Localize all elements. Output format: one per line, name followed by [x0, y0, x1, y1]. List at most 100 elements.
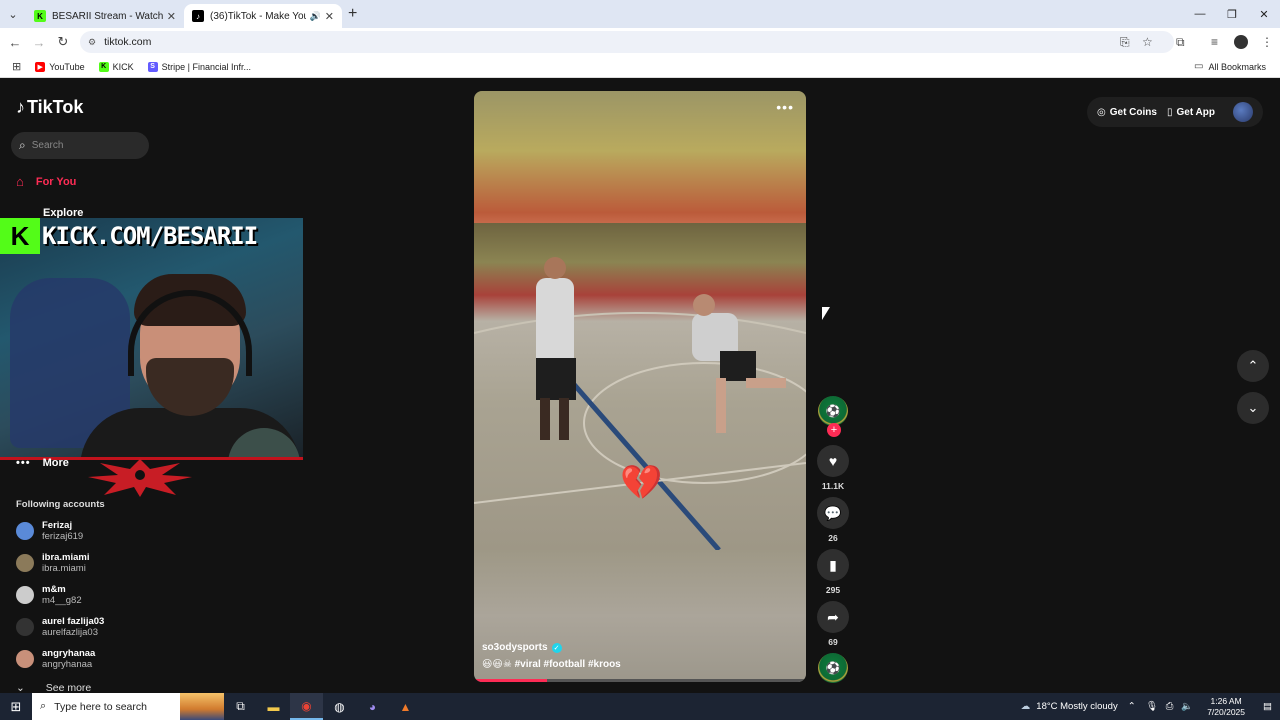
account-name: m&m: [42, 584, 66, 595]
bookmark-star-icon[interactable]: ☆: [1142, 28, 1153, 56]
account-name: angryhanaa: [42, 648, 96, 659]
get-coins-button[interactable]: ◎ Get Coins: [1097, 107, 1157, 118]
all-bookmarks-button[interactable]: ▭ All Bookmarks: [1194, 61, 1266, 72]
kick-favicon-icon: K: [34, 10, 46, 22]
nav-for-you[interactable]: ⌂ For You: [16, 174, 76, 189]
bookmark-label: Stripe | Financial Infr...: [161, 61, 251, 72]
sound-disc-icon[interactable]: ⚽: [818, 653, 848, 683]
avatar: [16, 650, 34, 668]
get-coins-label: Get Coins: [1109, 106, 1157, 118]
search-icon: ⌕: [40, 700, 47, 712]
follow-plus-icon[interactable]: +: [827, 423, 841, 437]
app-a-icon[interactable]: ▲: [389, 693, 422, 720]
avatar: [16, 522, 34, 540]
volume-icon[interactable]: 🔈: [1181, 701, 1193, 712]
bookmark-youtube[interactable]: ▶ YouTube: [35, 61, 85, 72]
tab-tiktok[interactable]: ♪ (36)TikTok - Make Your Day 🔊 ✕: [184, 4, 342, 28]
kick-logo-icon: K: [0, 218, 40, 254]
account-handle: aurelfazlija03: [42, 627, 98, 638]
previous-video-chevron-up-icon[interactable]: ⌃: [1237, 350, 1269, 382]
nav-more[interactable]: ••• More: [16, 457, 69, 469]
kick-banner: K KICK.COM/BESARII: [0, 218, 303, 254]
microphone-icon[interactable]: 🎙: [1146, 701, 1158, 712]
author-username: so3odysports: [482, 642, 548, 653]
video-blur-top: [474, 91, 806, 223]
window-controls: — ❐ ✕: [1184, 0, 1280, 28]
share-arrow-icon[interactable]: ➦: [817, 601, 849, 633]
close-tab-icon[interactable]: ✕: [325, 10, 334, 23]
mouse-cursor-icon: [822, 307, 830, 320]
discord-icon[interactable]: ◕: [356, 693, 389, 720]
video-more-dots-icon[interactable]: •••: [776, 99, 794, 115]
task-view-icon[interactable]: ⧉: [224, 693, 257, 720]
notifications-icon[interactable]: ▤: [1263, 701, 1272, 712]
clock-time: 1:26 AM: [1210, 695, 1242, 706]
video-author[interactable]: so3odysports ✓: [482, 642, 562, 653]
network-icon[interactable]: ⎙: [1166, 701, 1174, 712]
bookmark-label: YouTube: [49, 61, 85, 72]
top-right-actions: ◎ Get Coins ▯ Get App: [1087, 97, 1263, 127]
video-progress-bar[interactable]: [474, 679, 806, 682]
windows-start-icon[interactable]: ⊞: [0, 693, 32, 720]
next-video-chevron-down-icon[interactable]: ⌄: [1237, 392, 1269, 424]
profile-avatar-icon[interactable]: [1234, 28, 1248, 56]
verified-badge-icon: ✓: [551, 642, 562, 653]
address-bar-row: ← → ↻ ⚙ tiktok.com ⎘ ☆ ⧉ ≡ ⋮: [0, 28, 1280, 56]
chevron-up-icon[interactable]: ⌃: [1128, 701, 1136, 712]
nav-label: For You: [35, 175, 77, 188]
following-account[interactable]: ibra.miami ibra.miami: [16, 552, 90, 574]
restore-icon[interactable]: ❐: [1216, 0, 1248, 28]
search-input[interactable]: ⌕ Search: [11, 132, 149, 159]
file-explorer-icon[interactable]: ▬: [257, 693, 290, 720]
following-account[interactable]: angryhanaa angryhanaa: [16, 648, 95, 670]
bookmark-kick[interactable]: K KICK: [98, 61, 134, 72]
media-control-icon[interactable]: ≡: [1211, 28, 1218, 56]
url-text: tiktok.com: [104, 36, 152, 48]
obs-icon[interactable]: ◍: [323, 693, 356, 720]
tab-title: BESARII Stream - Watch Live on: [52, 10, 163, 22]
tiktok-favicon-icon: ♪: [192, 10, 204, 22]
minimize-icon[interactable]: —: [1184, 0, 1216, 28]
new-tab-plus-icon[interactable]: +: [348, 5, 357, 23]
tab-search-chevron-icon[interactable]: ⌄: [0, 0, 26, 28]
site-info-icon[interactable]: ⚙: [88, 37, 96, 48]
close-tab-icon[interactable]: ✕: [167, 10, 176, 23]
comment-count: 26: [828, 533, 838, 543]
following-account[interactable]: aurel fazlija03 aurelfazlija03: [16, 616, 104, 638]
speaker-icon[interactable]: 🔊: [310, 11, 321, 22]
eagle-emblem-icon: [88, 459, 192, 497]
taskbar-search-input[interactable]: ⌕ Type here to search: [32, 693, 224, 720]
clock[interactable]: 1:26 AM 7/20/2025: [1207, 696, 1245, 718]
coin-icon: ◎: [1097, 106, 1106, 118]
url-field[interactable]: ⚙ tiktok.com: [80, 31, 1174, 53]
extensions-puzzle-icon[interactable]: ⧉: [1176, 28, 1185, 56]
account-name: Ferizaj: [42, 520, 73, 531]
bookmark-save-icon[interactable]: ▮: [817, 549, 849, 581]
user-avatar[interactable]: [1233, 102, 1253, 122]
broken-heart-icon: 💔: [620, 464, 663, 502]
reload-icon[interactable]: ↻: [51, 34, 75, 50]
creator-avatar[interactable]: ⚽ +: [818, 396, 848, 437]
browser-menu-icon[interactable]: ⋮: [1261, 28, 1273, 56]
taskbar-search-placeholder: Type here to search: [54, 700, 147, 713]
comment-bubble-icon[interactable]: 💬: [817, 497, 849, 529]
close-window-icon[interactable]: ✕: [1248, 0, 1280, 28]
apps-grid-icon[interactable]: ⊞: [12, 60, 21, 73]
video-player[interactable]: 💔 ••• so3odysports ✓ 😃😃☠ #viral #footbal…: [474, 91, 806, 682]
tab-besarii-stream[interactable]: K BESARII Stream - Watch Live on ✕: [26, 4, 184, 28]
like-heart-icon[interactable]: ♥: [817, 445, 849, 477]
youtube-icon: ▶: [35, 61, 46, 72]
forward-arrow-icon[interactable]: →: [27, 35, 51, 50]
get-app-button[interactable]: ▯ Get App: [1167, 107, 1215, 118]
tiktok-logo[interactable]: ♪ TikTok: [16, 97, 83, 118]
account-name: aurel fazlija03: [42, 616, 105, 627]
bookmark-stripe[interactable]: S Stripe | Financial Infr...: [147, 61, 251, 72]
install-app-icon[interactable]: ⎘: [1120, 28, 1130, 56]
account-handle: ibra.miami: [42, 563, 86, 574]
chrome-icon[interactable]: ◉: [290, 693, 323, 720]
bookmarks-bar: ⊞ ▶ YouTube K KICK S Stripe | Financial …: [0, 56, 1280, 78]
following-account[interactable]: m&m m4__g82: [16, 584, 82, 606]
following-account[interactable]: Ferizaj ferizaj619: [16, 520, 83, 542]
back-arrow-icon[interactable]: ←: [3, 35, 27, 50]
weather-widget[interactable]: ☁ 18°C Mostly cloudy: [1021, 701, 1118, 712]
